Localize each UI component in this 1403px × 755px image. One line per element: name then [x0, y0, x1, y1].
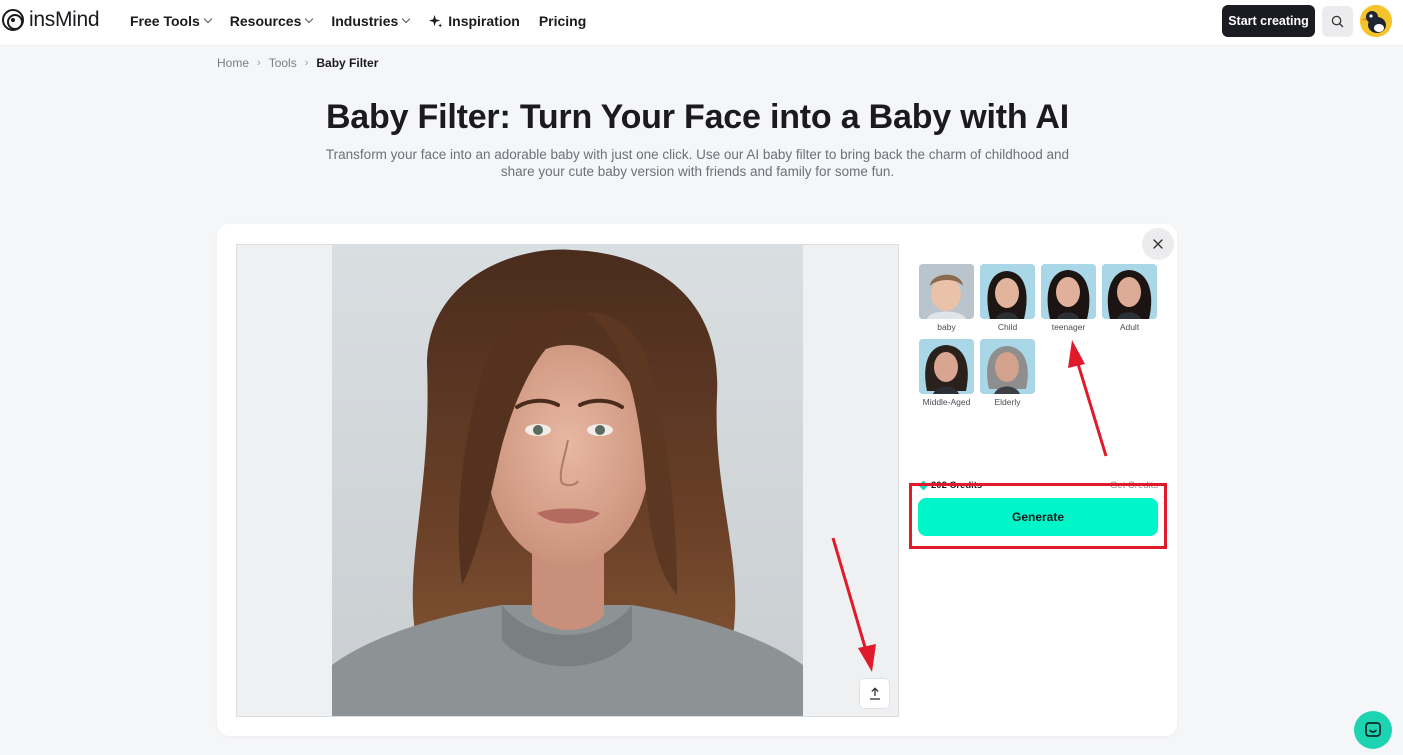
chevron-down-icon [203, 14, 213, 24]
breadcrumb-separator-icon: › [257, 57, 261, 69]
nav-industries[interactable]: Industries [331, 13, 411, 29]
chevron-down-icon [402, 14, 411, 24]
style-option-child[interactable]: Child [980, 264, 1035, 332]
search-button[interactable] [1322, 6, 1353, 37]
nav-industries-label: Industries [331, 13, 399, 29]
style-thumbnail [1102, 264, 1157, 319]
upload-icon [869, 687, 880, 700]
uploaded-photo [332, 245, 803, 716]
breadcrumb-home[interactable]: Home [217, 56, 249, 70]
style-label: Child [997, 322, 1018, 332]
breadcrumb-current: Baby Filter [316, 56, 379, 70]
bird-avatar-icon [1360, 5, 1392, 37]
style-option-adult[interactable]: Adult [1102, 264, 1157, 332]
main-nav: Free Tools Resources Industries Inspirat… [130, 12, 605, 30]
nav-free-tools-label: Free Tools [130, 13, 200, 29]
close-icon [1153, 239, 1163, 249]
image-preview [236, 244, 899, 717]
style-label: Elderly [994, 397, 1021, 407]
style-label: teenager [1051, 322, 1086, 332]
nav-inspiration[interactable]: Inspiration [428, 13, 520, 29]
style-option-teenager[interactable]: teenager [1041, 264, 1096, 332]
nav-resources-label: Resources [229, 13, 302, 29]
brand-logo[interactable]: insMind [2, 8, 100, 32]
nav-pricing[interactable]: Pricing [539, 13, 586, 29]
nav-resources[interactable]: Resources [229, 13, 314, 29]
logo-icon [2, 9, 24, 31]
sparkle-icon [429, 14, 443, 27]
nav-inspiration-label: Inspiration [448, 13, 520, 29]
style-label: baby [937, 322, 956, 332]
style-option-middle-aged[interactable]: Middle-Aged [919, 339, 974, 407]
style-thumbnail [980, 339, 1035, 394]
avatar[interactable] [1360, 5, 1392, 37]
style-thumbnail [1041, 264, 1096, 319]
nav-free-tools[interactable]: Free Tools [130, 13, 213, 29]
breadcrumb-tools[interactable]: Tools [269, 56, 297, 70]
chevron-down-icon [305, 14, 314, 24]
page-title: Baby Filter: Turn Your Face into a Baby … [325, 98, 1070, 136]
page-subtitle: Transform your face into an adorable bab… [325, 147, 1070, 179]
style-option-elderly[interactable]: Elderly [980, 339, 1035, 407]
top-navigation: insMind Free Tools Resources Industries … [0, 0, 1403, 46]
close-button[interactable] [1142, 228, 1174, 260]
start-creating-button[interactable]: Start creating [1222, 5, 1315, 37]
style-option-baby[interactable]: baby [919, 264, 974, 332]
chat-support-button[interactable] [1354, 711, 1392, 749]
upload-button[interactable] [859, 678, 890, 709]
portrait-image [332, 245, 803, 716]
style-label: Middle-Aged [922, 397, 971, 407]
nav-pricing-label: Pricing [538, 13, 587, 29]
annotation-highlight-box [909, 483, 1167, 549]
style-thumbnail [919, 339, 974, 394]
breadcrumb: Home › Tools › Baby Filter [217, 56, 378, 70]
style-thumbnail [919, 264, 974, 319]
style-label: Adult [1119, 322, 1140, 332]
chat-icon [1365, 722, 1381, 737]
brand-name: insMind [29, 8, 100, 31]
breadcrumb-separator-icon: › [304, 57, 309, 69]
style-thumbnail [980, 264, 1035, 319]
search-icon [1331, 15, 1344, 28]
